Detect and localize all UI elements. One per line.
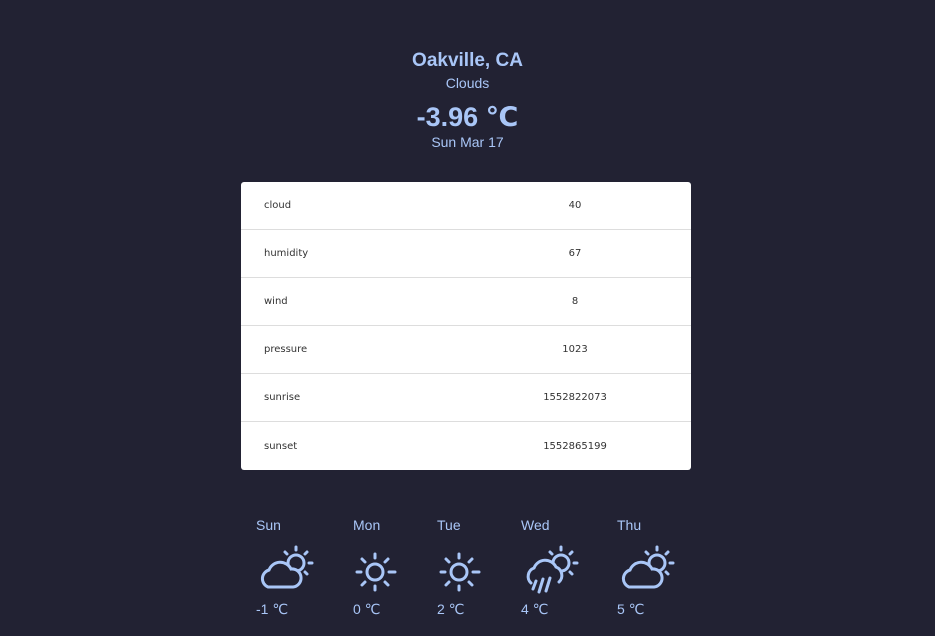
- details-value: 1023: [562, 344, 588, 355]
- weather-condition: Clouds: [445, 75, 490, 91]
- details-value: 40: [568, 200, 582, 211]
- forecast-day-thu: Thu 5 ℃: [617, 516, 677, 618]
- forecast-day-mon: Mon 0 ℃: [353, 516, 413, 618]
- details-row-sunset: sunset 1552865199: [241, 422, 691, 470]
- current-temperature: -3.96 ℃: [416, 102, 519, 132]
- weather-details-table: cloud 40 humidity 67 wind 8 pressure 102…: [241, 182, 691, 470]
- details-label: pressure: [264, 344, 308, 355]
- forecast-day-name: Mon: [353, 517, 381, 533]
- details-label: wind: [264, 296, 288, 307]
- details-value: 67: [568, 248, 582, 259]
- forecast-day-name: Tue: [437, 517, 461, 533]
- details-row-cloud: cloud 40: [241, 182, 691, 230]
- forecast-day-name: Thu: [617, 517, 642, 533]
- city-name: Oakville, CA: [412, 50, 523, 71]
- details-row-sunrise: sunrise 1552822073: [241, 374, 691, 422]
- forecast-day-temp: -1 ℃: [256, 601, 289, 617]
- details-row-wind: wind 8: [241, 278, 691, 326]
- details-value: 8: [571, 296, 579, 307]
- details-value: 1552865199: [543, 440, 607, 452]
- details-row-pressure: pressure 1023: [241, 326, 691, 374]
- weather-page: Oakville, CA Clouds -3.96 ℃ Sun Mar 17 c…: [0, 0, 935, 636]
- forecast-day-tue: Tue 2 ℃: [437, 516, 497, 618]
- forecast-day-temp: 5 ℃: [617, 601, 645, 617]
- details-label: sunset: [264, 440, 298, 452]
- current-date: Sun Mar 17: [431, 134, 504, 150]
- details-label: cloud: [264, 200, 292, 211]
- forecast-day-wed: Wed 4 ℃: [521, 516, 581, 618]
- sun-icon: [439, 552, 481, 592]
- forecast-day-name: Sun: [256, 517, 281, 533]
- details-label: sunrise: [264, 392, 301, 403]
- partly-cloudy-icon: [621, 545, 675, 589]
- details-row-humidity: humidity 67: [241, 230, 691, 278]
- details-label: humidity: [264, 248, 309, 259]
- partly-cloudy-icon: [260, 545, 314, 589]
- rain-cloud-sun-icon: [526, 545, 579, 594]
- forecast-day-temp: 4 ℃: [521, 601, 549, 617]
- sun-icon: [355, 552, 397, 592]
- details-value: 1552822073: [543, 392, 607, 403]
- forecast-day-temp: 0 ℃: [353, 601, 381, 617]
- forecast-day-name: Wed: [521, 517, 550, 533]
- forecast-day-sun: Sun -1 ℃: [256, 516, 316, 618]
- forecast-day-temp: 2 ℃: [437, 601, 465, 617]
- current-weather-header: Oakville, CA Clouds -3.96 ℃ Sun Mar 17: [0, 50, 935, 151]
- forecast-strip: Sun -1 ℃ Mon 0 ℃ Tue 2 ℃ Wed 4 ℃ Thu 5 ℃: [256, 516, 696, 626]
